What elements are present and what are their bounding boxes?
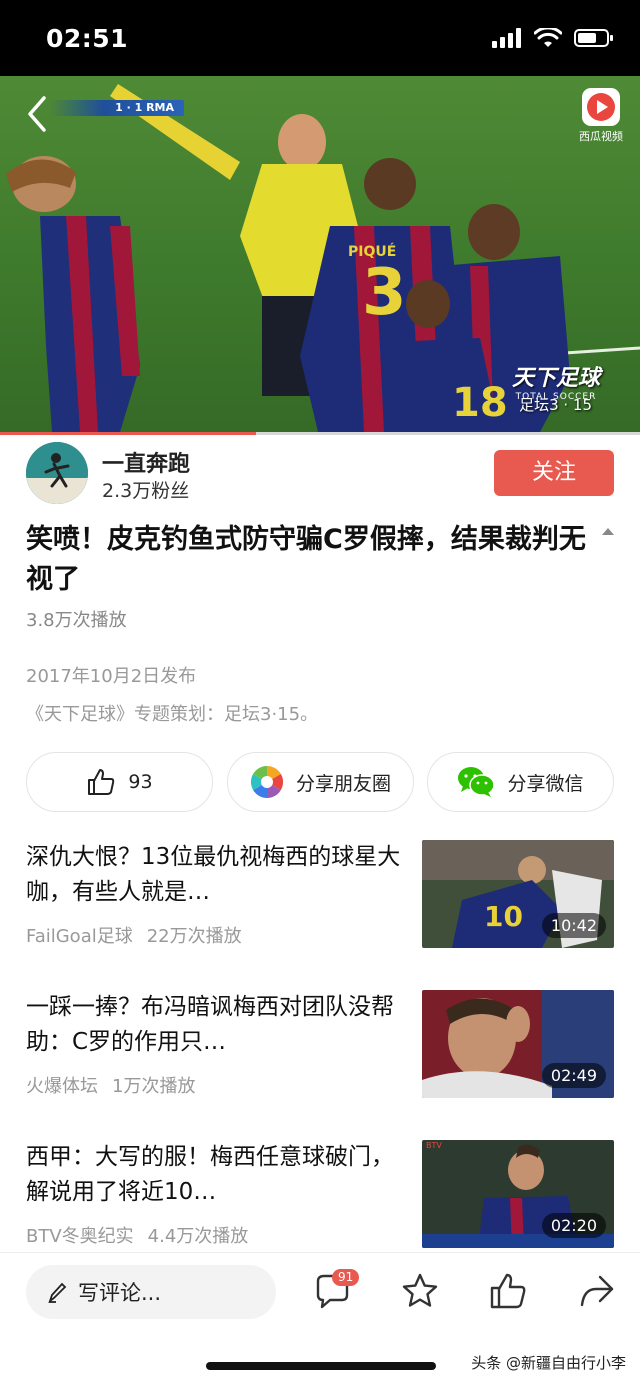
recommended-video-meta: BTV冬奥纪实 4.4万次播放 xyxy=(26,1222,248,1248)
recommended-video-source: 火爆体坛 xyxy=(26,1076,98,1097)
svg-text:18: 18 xyxy=(452,380,508,426)
play-logo-icon xyxy=(582,88,620,126)
video-duration: 02:20 xyxy=(541,1213,606,1238)
video-progress-fill xyxy=(0,432,256,435)
avatar[interactable] xyxy=(26,442,88,504)
recommended-video-meta: FailGoal足球 22万次播放 xyxy=(26,922,242,948)
recommended-video-thumbnail[interactable]: 02:49 xyxy=(422,990,614,1098)
svg-text:PIQUÉ: PIQUÉ xyxy=(348,243,396,260)
recommended-video-plays: 22万次播放 xyxy=(146,926,242,947)
wifi-icon xyxy=(534,28,562,47)
svg-text:10: 10 xyxy=(484,900,523,933)
recommended-video-title: 深仇大恨？13位最仇视梅西的球星大咖，有些人就是… xyxy=(26,844,401,905)
video-duration: 02:49 xyxy=(541,1063,606,1088)
share-wechat-label: 分享微信 xyxy=(507,772,584,795)
comment-count-badge: 91 xyxy=(332,1269,360,1286)
wechat-icon xyxy=(458,767,496,797)
moments-icon xyxy=(250,765,284,799)
recommended-video-meta: 火爆体坛 1万次播放 xyxy=(26,1072,195,1098)
recommended-video-title: 一踩一捧？布冯暗讽梅西对团队没帮助：C罗的作用只… xyxy=(26,994,394,1055)
comment-input[interactable]: 写评论... xyxy=(26,1265,276,1319)
app-logo-label: 西瓜视频 xyxy=(579,130,623,143)
publish-date: 2017年10月2日发布 xyxy=(26,666,197,687)
share-arrow-icon[interactable] xyxy=(576,1271,616,1311)
status-icons xyxy=(492,28,614,48)
video-progress-bar[interactable] xyxy=(0,432,640,435)
back-icon[interactable] xyxy=(22,94,52,134)
recommended-video-item[interactable]: 深仇大恨？13位最仇视梅西的球星大咖，有些人就是… FailGoal足球 22万次… xyxy=(26,840,614,950)
recommended-video-plays: 4.4万次播放 xyxy=(147,1226,249,1247)
recommended-video-plays: 1万次播放 xyxy=(112,1076,196,1097)
svg-text:3: 3 xyxy=(362,256,407,330)
author-fans: 2.3万粉丝 xyxy=(102,480,190,502)
recommended-video-thumbnail[interactable]: BTV 02:20 xyxy=(422,1140,614,1248)
app-logo: 西瓜视频 xyxy=(576,88,626,144)
recommended-video-item[interactable]: 西甲：大写的服！梅西任意球破门，解说用了将近10… BTV冬奥纪实 4.4万次播放… xyxy=(26,1140,614,1250)
recommended-video-source: BTV冬奥纪实 xyxy=(26,1226,134,1247)
author-name[interactable]: 一直奔跑 xyxy=(102,446,190,478)
like-count: 93 xyxy=(128,771,153,793)
follow-button[interactable]: 关注 xyxy=(494,450,614,496)
battery-icon xyxy=(574,29,613,47)
cellular-signal-icon xyxy=(492,28,521,48)
video-player[interactable]: 3 PIQUÉ 18 1 · 1 RMA 西瓜视频 天下足球 TOTAL SOC… xyxy=(0,76,640,432)
video-description: 《天下足球》专题策划：足坛3·15。 xyxy=(26,704,319,725)
video-title: 笑喷！皮克钓鱼式防守骗C罗假摔，结果裁判无视了 xyxy=(26,524,586,595)
thumbs-up-icon[interactable] xyxy=(488,1271,528,1311)
thumbs-up-icon xyxy=(88,769,115,795)
broadcast-tag: 足坛3 · 15 xyxy=(519,396,592,414)
video-duration: 10:42 xyxy=(541,913,606,938)
share-moments-button[interactable]: 分享朋友圈 xyxy=(227,752,414,812)
recommended-video-title: 西甲：大写的服！梅西任意球破门，解说用了将近10… xyxy=(26,1144,394,1205)
recommended-video-source: FailGoal足球 xyxy=(26,926,133,947)
comment-placeholder: 写评论... xyxy=(78,1281,162,1305)
recommended-video-item[interactable]: 一踩一捧？布冯暗讽梅西对团队没帮助：C罗的作用只… 火爆体坛 1万次播放 02:4… xyxy=(26,990,614,1100)
recommended-video-thumbnail[interactable]: 10 10:42 xyxy=(422,840,614,948)
like-button[interactable]: 93 xyxy=(26,752,213,812)
author-row: 一直奔跑 2.3万粉丝 关注 xyxy=(26,440,616,506)
share-wechat-button[interactable]: 分享微信 xyxy=(427,752,614,812)
pencil-icon xyxy=(48,1282,67,1303)
star-icon[interactable] xyxy=(400,1271,440,1311)
svg-text:BTV: BTV xyxy=(426,1141,442,1150)
collapse-caret-icon[interactable] xyxy=(602,528,614,535)
status-bar: 02:51 xyxy=(0,0,640,76)
share-moments-label: 分享朋友圈 xyxy=(295,772,391,795)
watermark: 头条 @新疆自由行小李 xyxy=(471,1354,626,1372)
runner-icon xyxy=(26,442,88,504)
status-time: 02:51 xyxy=(46,24,129,53)
score-overlay: 1 · 1 RMA xyxy=(50,100,184,116)
home-indicator[interactable] xyxy=(206,1362,436,1370)
play-count: 3.8万次播放 xyxy=(26,610,127,631)
